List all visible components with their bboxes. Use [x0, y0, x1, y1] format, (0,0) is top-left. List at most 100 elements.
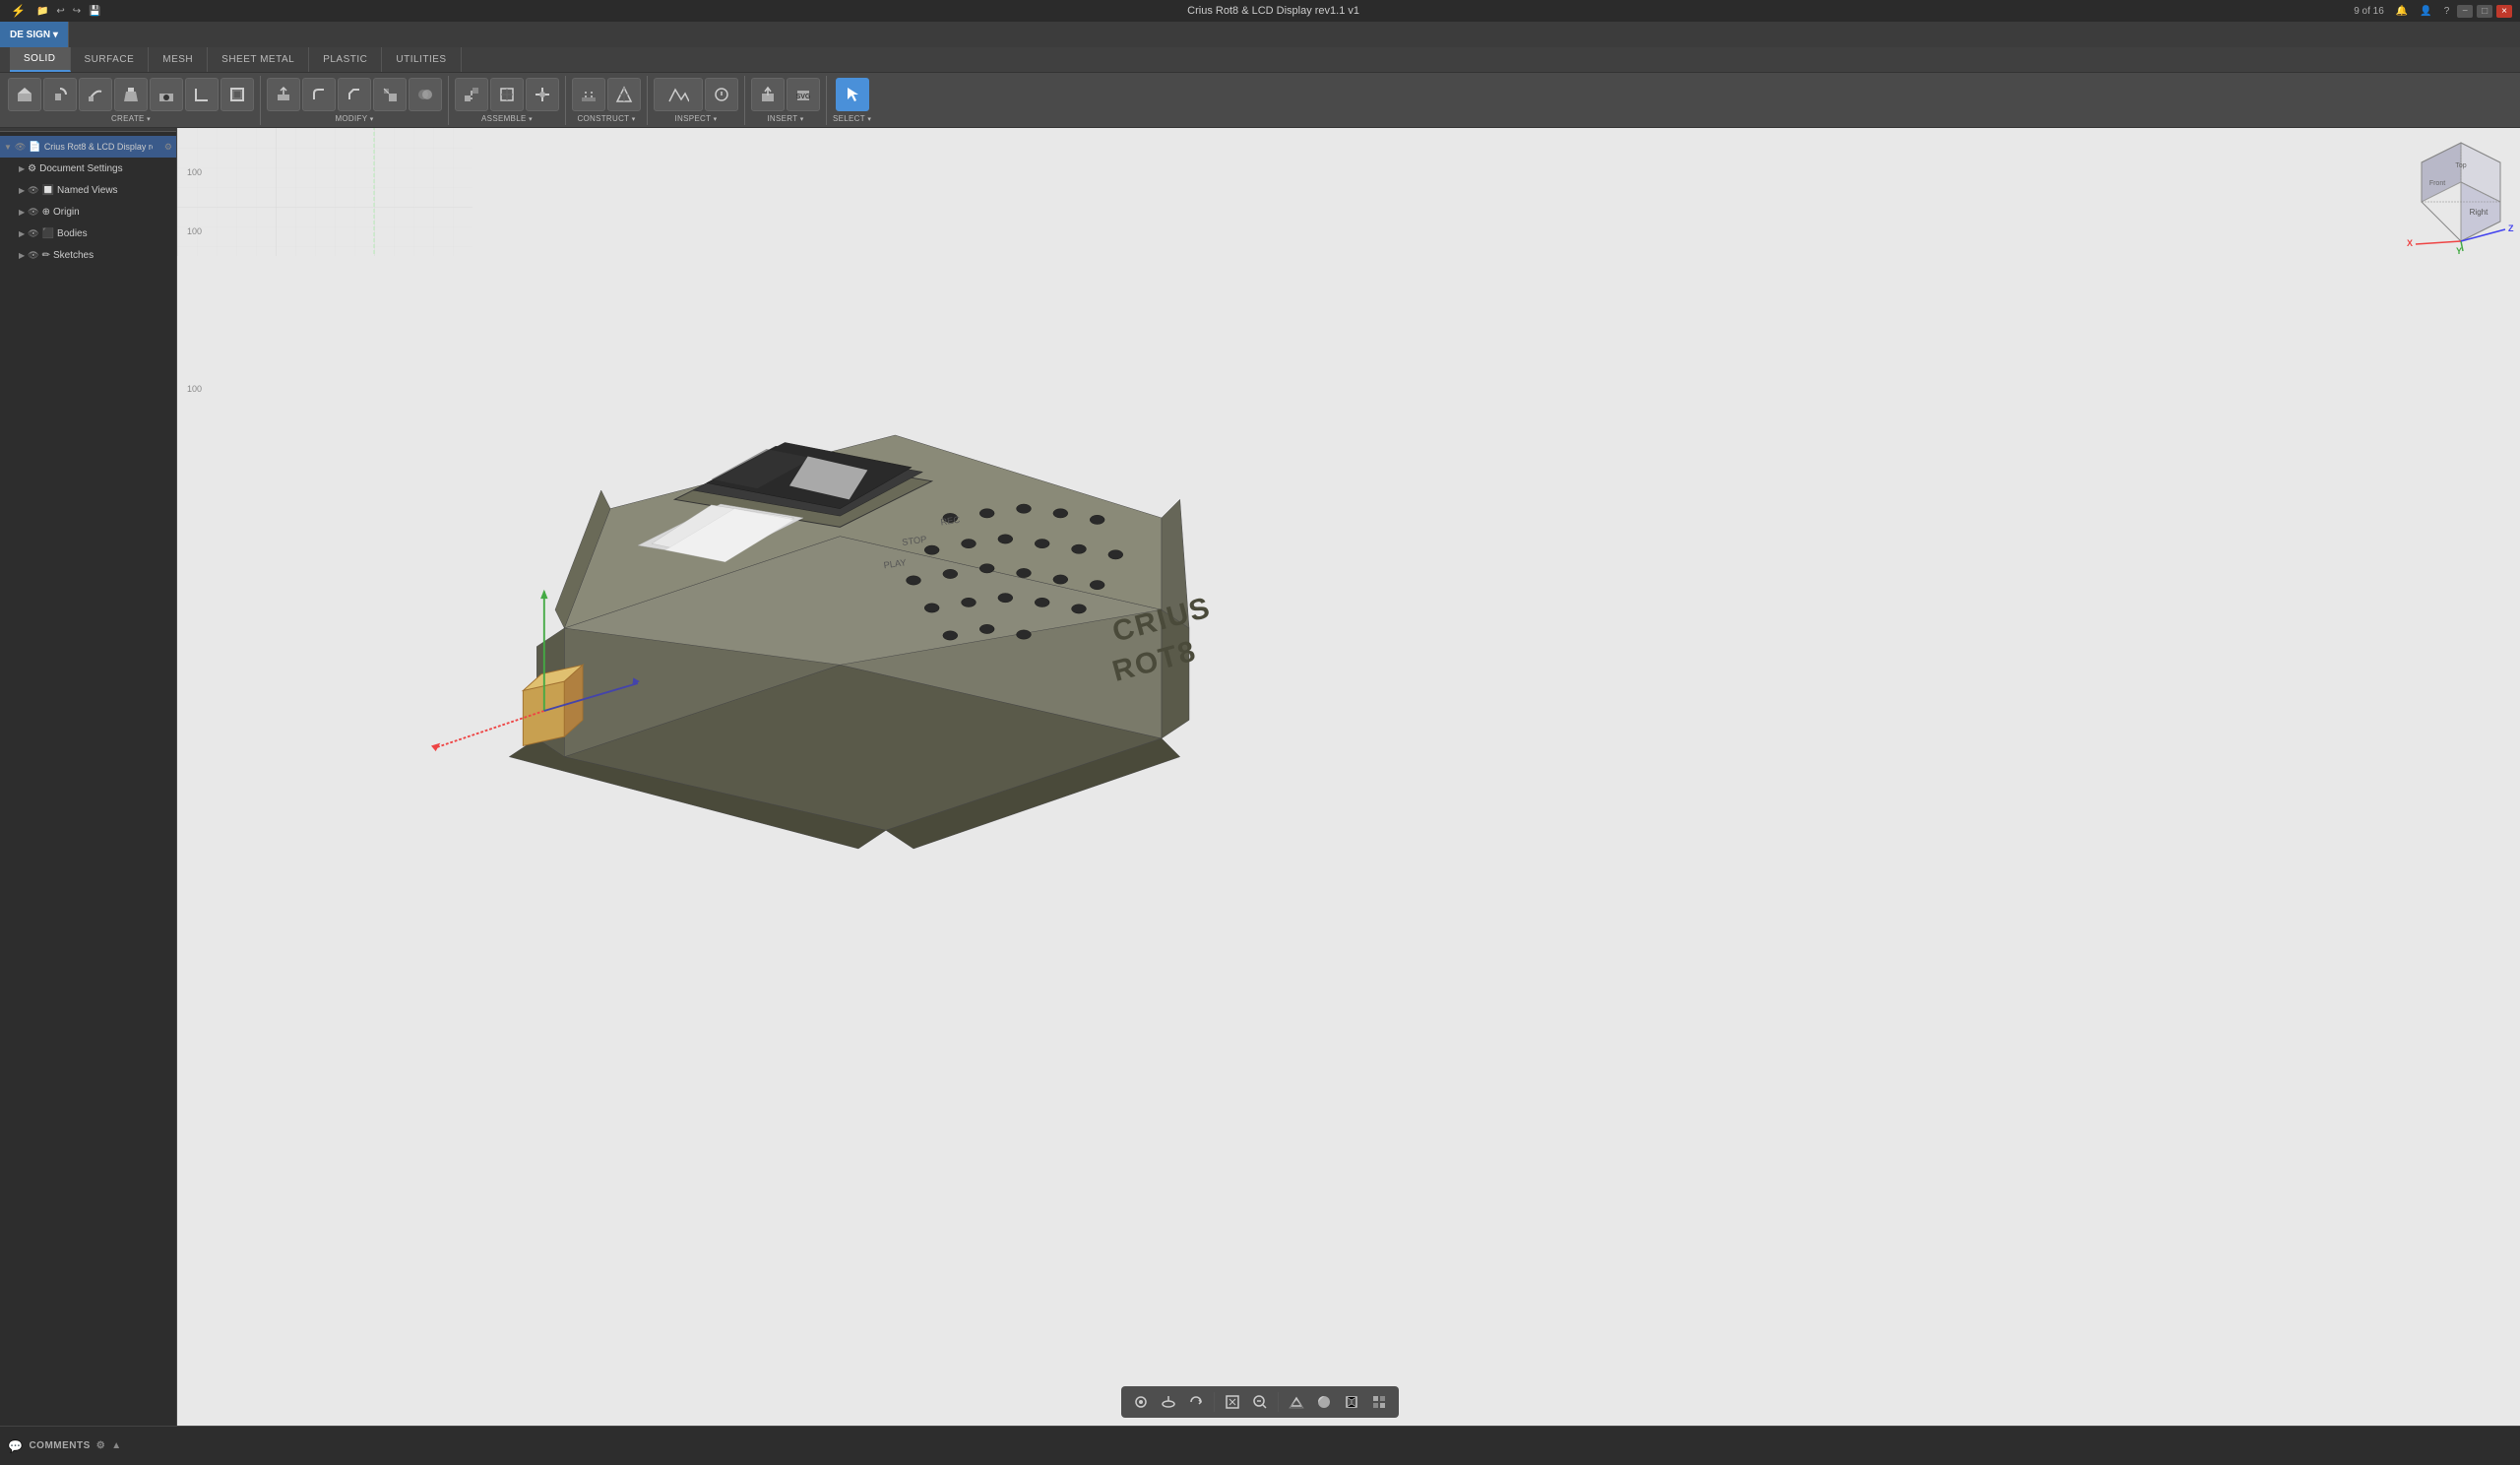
- wireframe-btn[interactable]: [1340, 1390, 1363, 1414]
- notifications-icon[interactable]: 🔔: [2392, 6, 2412, 17]
- fit-view-btn[interactable]: [1221, 1390, 1244, 1414]
- perspective-btn[interactable]: [1285, 1390, 1308, 1414]
- chamfer-btn[interactable]: [338, 78, 371, 111]
- origin-arrow[interactable]: ▶: [19, 208, 25, 217]
- combine-btn[interactable]: [409, 78, 442, 111]
- origin-vis-icon[interactable]: 👁: [28, 207, 38, 218]
- app-icon: ⚡: [8, 4, 29, 18]
- inspect-label[interactable]: INSPECT ▾: [675, 114, 718, 123]
- viewcube[interactable]: Right Top Front X Y Z: [2402, 128, 2500, 246]
- titlebar-icons: ⚡: [8, 4, 29, 18]
- file-menu[interactable]: 📁: [36, 6, 48, 17]
- browser-named-views[interactable]: ▶ 👁 🔲 Named Views: [0, 179, 176, 201]
- doc-settings-arrow[interactable]: ▶: [19, 164, 25, 173]
- tabbar: DE SIGN ▾: [0, 22, 2520, 47]
- insert-label[interactable]: INSERT ▾: [767, 114, 803, 123]
- origin-label: Origin: [53, 207, 80, 218]
- create-label[interactable]: CREATE ▾: [111, 114, 151, 123]
- assemble-btn3[interactable]: [526, 78, 559, 111]
- undo-btn[interactable]: ↩: [56, 6, 64, 17]
- orbit-btn[interactable]: [1184, 1390, 1208, 1414]
- titlebar-left: ⚡ 📁 ↩ ↪ 💾: [0, 4, 197, 18]
- browser-root-item[interactable]: ▼ 👁 📄 Crius Rot8 & LCD Display rec... ⚙: [0, 136, 176, 158]
- svg-text:Right: Right: [2470, 208, 2488, 217]
- select-group: SELECT ▾: [833, 78, 871, 123]
- root-settings-icon[interactable]: ⚙: [164, 142, 172, 153]
- browser-content: ▼ 👁 📄 Crius Rot8 & LCD Display rec... ⚙ …: [0, 132, 176, 270]
- svg-text:Top: Top: [2455, 162, 2466, 169]
- browser-origin[interactable]: ▶ 👁 ⊕ Origin: [0, 201, 176, 223]
- sketches-vis-icon[interactable]: 👁: [28, 250, 38, 261]
- help-icon[interactable]: ?: [2440, 6, 2454, 17]
- redo-btn[interactable]: ↪: [73, 6, 81, 17]
- root-expand-arrow[interactable]: ▼: [4, 143, 12, 152]
- comments-settings-icon[interactable]: ⚙: [96, 1440, 105, 1451]
- tab-utilities[interactable]: UTILITIES: [382, 47, 461, 72]
- shell-btn[interactable]: [220, 78, 254, 111]
- revolve-btn[interactable]: [43, 78, 77, 111]
- assemble-btn2[interactable]: [490, 78, 524, 111]
- inspect-btn2[interactable]: [705, 78, 738, 111]
- tab-solid[interactable]: SOLID: [10, 47, 71, 72]
- tab-plastic[interactable]: PLASTIC: [309, 47, 382, 72]
- assemble-group: ASSEMBLE ▾: [455, 78, 559, 123]
- bct-sep2: [1278, 1392, 1279, 1412]
- 3d-model: PLAY STOP REC CRIUS ROT8: [325, 187, 1309, 876]
- fillet-btn[interactable]: [185, 78, 219, 111]
- named-views-arrow[interactable]: ▶: [19, 186, 25, 195]
- select-btn[interactable]: [836, 78, 869, 111]
- close-btn[interactable]: ×: [2496, 5, 2512, 18]
- svg-text:X: X: [2407, 238, 2413, 248]
- named-views-vis-icon[interactable]: 👁: [28, 185, 38, 196]
- user-icon[interactable]: 👤: [2416, 6, 2435, 17]
- sketches-arrow[interactable]: ▶: [19, 251, 25, 260]
- assemble-label[interactable]: ASSEMBLE ▾: [481, 114, 533, 123]
- browser-doc-settings[interactable]: ▶ ⚙ Document Settings: [0, 158, 176, 179]
- assemble-btn1[interactable]: [455, 78, 488, 111]
- sketches-icon: ✏: [42, 250, 50, 261]
- minimize-btn[interactable]: −: [2457, 5, 2473, 18]
- press-pull-btn[interactable]: [267, 78, 300, 111]
- loft-btn[interactable]: [114, 78, 148, 111]
- svg-text:Front: Front: [2429, 180, 2445, 187]
- save-btn[interactable]: 💾: [89, 6, 100, 17]
- scale-hint-3: 100: [187, 384, 202, 394]
- sweep-btn[interactable]: [79, 78, 112, 111]
- named-views-icon: 🔲: [42, 185, 54, 196]
- construct-btn2[interactable]: [607, 78, 641, 111]
- tab-mesh[interactable]: MESH: [149, 47, 208, 72]
- modify-label[interactable]: MODIFY ▾: [335, 114, 373, 123]
- inspect-btn1[interactable]: [654, 78, 703, 111]
- maximize-btn[interactable]: □: [2477, 5, 2492, 18]
- bottom-center-toolbar: [1121, 1386, 1399, 1418]
- browser-sketches[interactable]: ▶ 👁 ✏ Sketches: [0, 244, 176, 266]
- ground-plane-btn[interactable]: [1157, 1390, 1180, 1414]
- tab-surface[interactable]: SURFACE: [71, 47, 150, 72]
- comments-bubble-icon: 💬: [8, 1439, 23, 1453]
- comments-label[interactable]: COMMENTS: [29, 1440, 90, 1451]
- insert-btn2[interactable]: SVG: [787, 78, 820, 111]
- extrude-btn[interactable]: [8, 78, 41, 111]
- tab-sheet-metal[interactable]: SHEET METAL: [208, 47, 309, 72]
- viewport[interactable]: PLAY STOP REC CRIUS ROT8: [177, 108, 2520, 1426]
- fillet2-btn[interactable]: [302, 78, 336, 111]
- zoom-out-btn[interactable]: [1248, 1390, 1272, 1414]
- construct-label[interactable]: CONSTRUCT ▾: [577, 114, 635, 123]
- comments-expand-icon[interactable]: ▲: [111, 1440, 121, 1451]
- origin-icon: ⊕: [42, 207, 50, 218]
- root-item-label: Crius Rot8 & LCD Display rec...: [44, 142, 153, 152]
- design-mode-selector[interactable]: DE SIGN ▾: [0, 22, 69, 47]
- scale-btn[interactable]: [373, 78, 407, 111]
- sep5: [744, 76, 745, 125]
- root-visibility-icon[interactable]: 👁: [15, 142, 26, 153]
- hole-btn[interactable]: [150, 78, 183, 111]
- select-label[interactable]: SELECT ▾: [833, 114, 871, 123]
- browser-bodies[interactable]: ▶ 👁 ⬛ Bodies: [0, 223, 176, 244]
- construct-btn1[interactable]: [572, 78, 605, 111]
- bodies-vis-icon[interactable]: 👁: [28, 228, 38, 239]
- display-mode-btn[interactable]: [1367, 1390, 1391, 1414]
- display-settings-btn[interactable]: [1129, 1390, 1153, 1414]
- shading-btn[interactable]: [1312, 1390, 1336, 1414]
- bodies-arrow[interactable]: ▶: [19, 229, 25, 238]
- insert-btn1[interactable]: [751, 78, 785, 111]
